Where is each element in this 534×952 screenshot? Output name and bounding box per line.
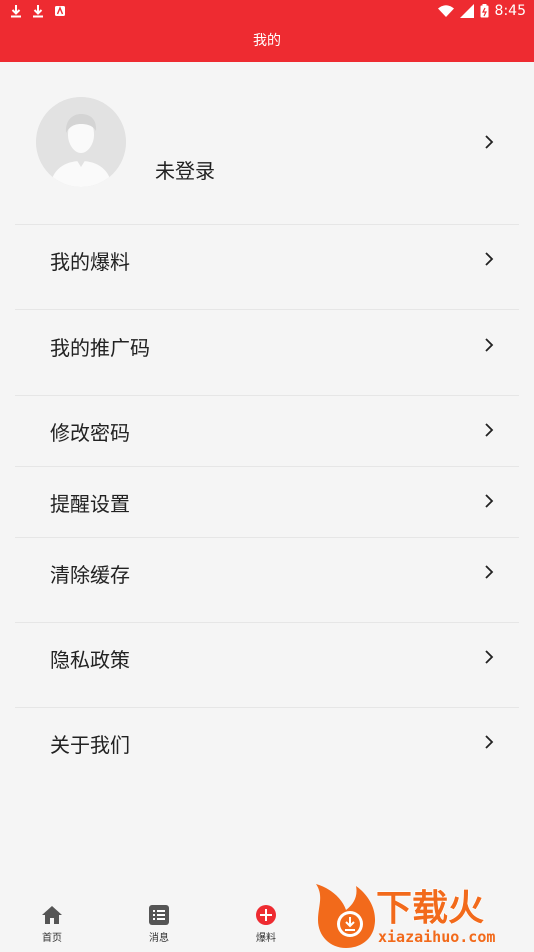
divider — [15, 224, 519, 225]
divider — [15, 466, 519, 467]
chevron-right-icon — [485, 494, 494, 508]
nav-item-label: 消息 — [149, 933, 169, 944]
chevron-right-icon — [485, 338, 494, 352]
menu-item-label: 隐私政策 — [50, 648, 130, 672]
battery-icon — [480, 4, 489, 18]
signal-icon — [459, 4, 474, 18]
divider — [15, 309, 519, 310]
menu-item-label: 关于我们 — [50, 733, 130, 757]
menu-item-label: 修改密码 — [50, 421, 130, 445]
nav-item-messages[interactable]: 消息 — [124, 880, 194, 948]
divider — [15, 395, 519, 396]
divider — [15, 537, 519, 538]
app-header: 8:45 我的 — [0, 0, 534, 62]
login-status: 未登录 — [155, 159, 215, 183]
menu-item-clear-cache[interactable]: 清除缓存 — [0, 543, 534, 603]
menu-item-promo-code[interactable]: 我的推广码 — [0, 316, 534, 376]
download-icon — [33, 5, 43, 18]
nav-item-home[interactable]: 首页 — [17, 880, 87, 948]
watermark-graphic: 下载火 xiazaihuo.com — [316, 884, 495, 948]
avatar[interactable] — [36, 97, 126, 187]
nav-item-label: 爆料 — [256, 933, 276, 944]
plus-circle-icon — [256, 905, 276, 925]
menu-item-my-tips[interactable]: 我的爆料 — [0, 230, 534, 290]
app-notification-icon — [55, 6, 65, 16]
chevron-right-icon — [485, 252, 494, 266]
download-icon — [11, 5, 21, 18]
page-title: 我的 — [253, 33, 281, 49]
menu-item-label: 我的推广码 — [50, 336, 150, 360]
divider — [15, 707, 519, 708]
list-icon — [149, 905, 169, 925]
menu-item-label: 清除缓存 — [50, 563, 130, 587]
chevron-right-icon — [485, 565, 494, 579]
nav-item-submit-tip[interactable]: 爆料 — [231, 880, 301, 948]
menu-item-change-password[interactable]: 修改密码 — [0, 401, 534, 461]
watermark-url: xiazaihuo.com — [378, 928, 495, 946]
watermark-logo: 下载火 xiazaihuo.com — [316, 878, 534, 948]
menu-item-about-us[interactable]: 关于我们 — [0, 713, 534, 773]
chevron-right-icon — [485, 423, 494, 437]
profile-row[interactable]: 未登录 — [0, 95, 534, 215]
chevron-right-icon — [485, 735, 494, 749]
divider — [15, 622, 519, 623]
watermark-title: 下载火 — [376, 888, 484, 929]
status-time: 8:45 — [494, 3, 526, 19]
chevron-right-icon — [485, 135, 494, 149]
menu-item-reminder-settings[interactable]: 提醒设置 — [0, 472, 534, 532]
chevron-right-icon — [485, 650, 494, 664]
menu-item-label: 提醒设置 — [50, 492, 130, 516]
menu-item-label: 我的爆料 — [50, 250, 130, 274]
home-icon — [42, 906, 62, 924]
menu-item-privacy-policy[interactable]: 隐私政策 — [0, 628, 534, 688]
user-silhouette-icon — [36, 97, 126, 187]
status-bar: 8:45 — [0, 0, 534, 24]
nav-item-label: 首页 — [42, 933, 62, 944]
wifi-icon — [437, 5, 454, 17]
